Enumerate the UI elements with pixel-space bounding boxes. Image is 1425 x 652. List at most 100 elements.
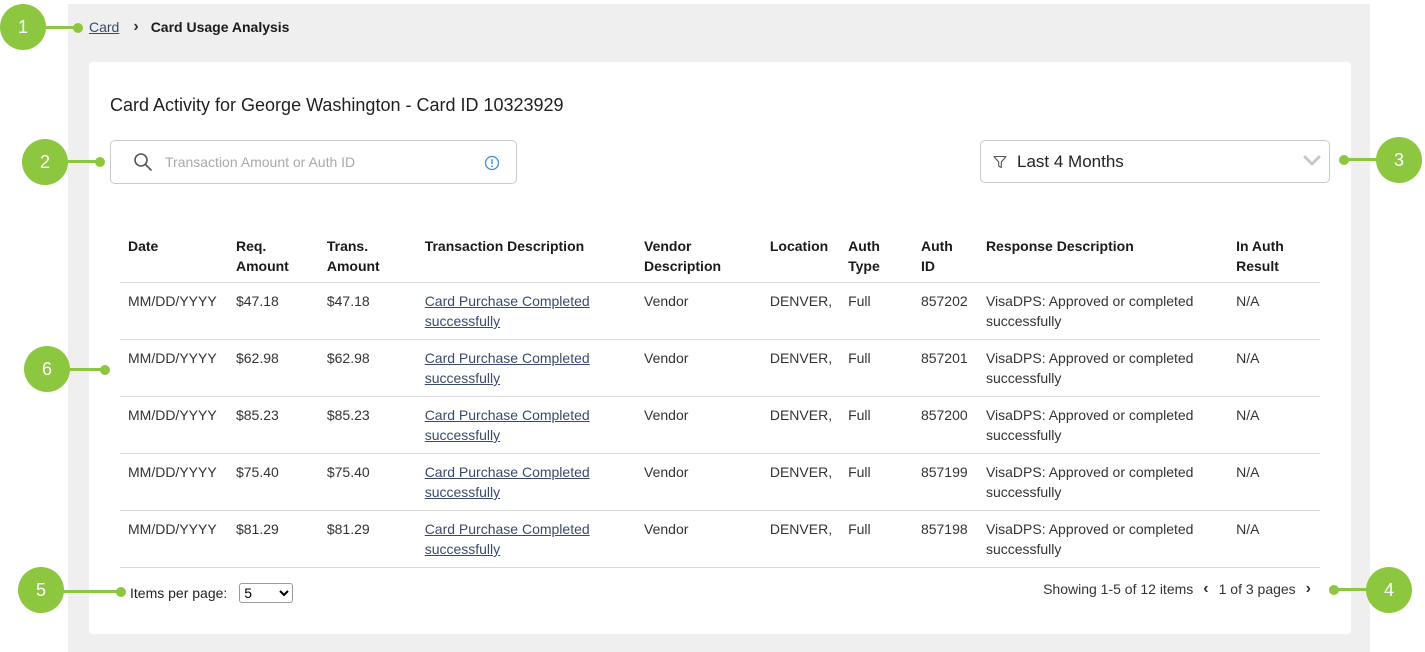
transaction-description-link[interactable]: Card Purchase Completed successfully — [425, 350, 590, 386]
callout-1-marker: 1 — [0, 4, 46, 50]
column-header[interactable]: Trans. Amount — [319, 234, 417, 283]
location-cell: DENVER, — [761, 396, 841, 454]
chevron-right-icon[interactable]: › — [1306, 580, 1311, 598]
pagination: Showing 1-5 of 12 items ‹ 1 of 3 pages › — [1043, 580, 1321, 598]
info-icon[interactable] — [484, 155, 500, 171]
callout-2-dot — [95, 157, 105, 167]
callout-5-dot — [116, 587, 126, 597]
trans-amount-cell: $85.23 — [318, 396, 417, 454]
column-header[interactable]: Vendor Description — [636, 234, 762, 283]
auth-id-cell: 857200 — [912, 396, 978, 454]
items-per-page-label: Items per page: — [130, 585, 228, 601]
response-description-cell: VisaDPS: Approved or completed successfu… — [977, 339, 1229, 397]
trans-amount-cell: $47.18 — [318, 282, 417, 340]
auth-type-cell: Full — [840, 339, 913, 397]
transaction-description-link[interactable]: Card Purchase Completed successfully — [425, 464, 590, 500]
transaction-description-cell: Card Purchase Completed successfully — [416, 282, 637, 340]
breadcrumb: Card › Card Usage Analysis — [89, 18, 289, 36]
transaction-description-link[interactable]: Card Purchase Completed successfully — [425, 521, 590, 557]
location-cell: DENVER, — [761, 510, 841, 568]
date-cell: MM/DD/YYYY — [120, 510, 228, 568]
table-row: MM/DD/YYYY $75.40 $75.40 Card Purchase C… — [120, 453, 1320, 511]
auth-type-cell: Full — [840, 510, 913, 568]
callout-4-marker: 4 — [1366, 567, 1412, 613]
breadcrumb-card-link[interactable]: Card — [89, 19, 119, 35]
callout-6-dot — [100, 365, 110, 375]
column-header[interactable]: Location — [762, 234, 840, 283]
req-amount-cell: $75.40 — [227, 453, 319, 511]
items-per-page-select[interactable]: 5 10 20 — [239, 583, 294, 603]
vendor-cell: Vendor — [636, 453, 762, 511]
req-amount-cell: $85.23 — [227, 396, 319, 454]
callout-1-dot — [73, 23, 83, 33]
in-auth-result-cell: N/A — [1228, 339, 1320, 397]
filter-icon — [993, 155, 1007, 168]
page-title: Card Activity for George Washington - Ca… — [110, 95, 564, 115]
callout-3-dot — [1339, 155, 1349, 165]
page-info-text: 1 of 3 pages — [1218, 581, 1296, 597]
column-header[interactable]: Req. Amount — [228, 234, 319, 283]
auth-type-cell: Full — [840, 282, 913, 340]
callout-5-line — [62, 590, 120, 593]
transaction-description-link[interactable]: Card Purchase Completed successfully — [425, 407, 590, 443]
transaction-description-cell: Card Purchase Completed successfully — [416, 453, 637, 511]
transaction-description-cell: Card Purchase Completed successfully — [416, 510, 637, 568]
auth-type-cell: Full — [840, 453, 913, 511]
date-cell: MM/DD/YYYY — [120, 282, 228, 340]
showing-items-text: Showing 1-5 of 12 items — [1043, 581, 1194, 597]
req-amount-cell: $62.98 — [227, 339, 319, 397]
callout-5-marker: 5 — [18, 567, 64, 613]
table-row: MM/DD/YYYY $62.98 $62.98 Card Purchase C… — [120, 339, 1320, 397]
trans-amount-cell: $75.40 — [318, 453, 417, 511]
callout-3-marker: 3 — [1376, 137, 1422, 183]
vendor-cell: Vendor — [636, 282, 762, 340]
column-header[interactable]: Response Description — [978, 234, 1228, 283]
auth-id-cell: 857198 — [912, 510, 978, 568]
in-auth-result-cell: N/A — [1228, 453, 1320, 511]
chevron-left-icon[interactable]: ‹ — [1203, 580, 1208, 598]
date-range-filter[interactable]: Last 4 Months — [980, 140, 1330, 183]
response-description-cell: VisaDPS: Approved or completed successfu… — [977, 453, 1229, 511]
auth-type-cell: Full — [840, 396, 913, 454]
response-description-cell: VisaDPS: Approved or completed successfu… — [977, 396, 1229, 454]
breadcrumb-separator: › — [133, 18, 139, 35]
callout-2-marker: 2 — [22, 139, 68, 185]
vendor-cell: Vendor — [636, 510, 762, 568]
callout-6-marker: 6 — [24, 346, 70, 392]
search-icon — [134, 153, 152, 171]
transaction-description-link[interactable]: Card Purchase Completed successfully — [425, 293, 590, 329]
table-row: MM/DD/YYYY $47.18 $47.18 Card Purchase C… — [120, 282, 1320, 340]
column-header[interactable]: Auth ID — [913, 234, 978, 283]
table-header-row: Date Req. Amount Trans. Amount Transacti… — [120, 234, 1320, 283]
search-box — [110, 140, 517, 184]
callout-6-line — [68, 368, 104, 371]
search-input[interactable] — [165, 154, 465, 170]
card-activity-table: Date Req. Amount Trans. Amount Transacti… — [120, 234, 1320, 568]
req-amount-cell: $81.29 — [227, 510, 319, 568]
trans-amount-cell: $81.29 — [318, 510, 417, 568]
column-header[interactable]: Transaction Description — [417, 234, 636, 283]
response-description-cell: VisaDPS: Approved or completed successfu… — [977, 510, 1229, 568]
req-amount-cell: $47.18 — [227, 282, 319, 340]
callout-4-dot — [1329, 585, 1339, 595]
column-header[interactable]: Date — [120, 234, 228, 283]
date-cell: MM/DD/YYYY — [120, 339, 228, 397]
column-header[interactable]: Auth Type — [840, 234, 913, 283]
table-row: MM/DD/YYYY $85.23 $85.23 Card Purchase C… — [120, 396, 1320, 454]
location-cell: DENVER, — [761, 339, 841, 397]
transaction-description-cell: Card Purchase Completed successfully — [416, 339, 637, 397]
location-cell: DENVER, — [761, 453, 841, 511]
transaction-description-cell: Card Purchase Completed successfully — [416, 396, 637, 454]
in-auth-result-cell: N/A — [1228, 510, 1320, 568]
table-row: MM/DD/YYYY $81.29 $81.29 Card Purchase C… — [120, 510, 1320, 568]
auth-id-cell: 857199 — [912, 453, 978, 511]
auth-id-cell: 857202 — [912, 282, 978, 340]
in-auth-result-cell: N/A — [1228, 396, 1320, 454]
date-cell: MM/DD/YYYY — [120, 396, 228, 454]
trans-amount-cell: $62.98 — [318, 339, 417, 397]
column-header[interactable]: In Auth Result — [1228, 234, 1320, 283]
location-cell: DENVER, — [761, 282, 841, 340]
vendor-cell: Vendor — [636, 396, 762, 454]
callout-1-line — [46, 26, 76, 29]
date-cell: MM/DD/YYYY — [120, 453, 228, 511]
